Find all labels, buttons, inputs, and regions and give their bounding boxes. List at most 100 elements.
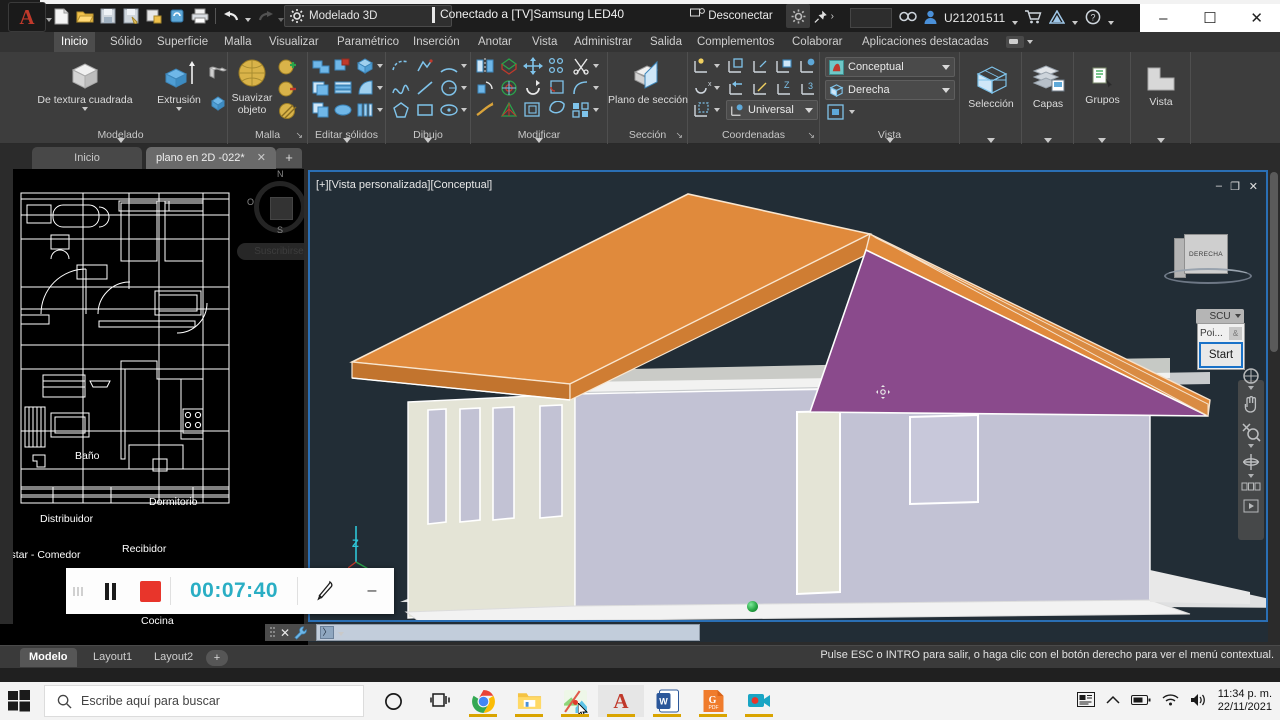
3d-array-icon[interactable] [547, 57, 567, 77]
fillet-edge-icon[interactable] [547, 79, 567, 99]
application-menu-button[interactable]: A [8, 2, 46, 32]
ucs-selector[interactable]: SCU [1196, 309, 1244, 324]
recorder-minimize-button[interactable]: – [350, 582, 394, 600]
maximize-button[interactable]: ☐ [1187, 4, 1234, 32]
3d-move-icon[interactable] [523, 57, 543, 77]
planar-surface-icon[interactable] [208, 64, 228, 84]
new-document-tab-button[interactable]: + [276, 148, 302, 168]
3d-scale-icon[interactable] [499, 79, 519, 99]
ucs-z-icon[interactable]: Z [774, 79, 794, 99]
zoom-extents-icon[interactable] [1241, 422, 1261, 442]
panel-dialog-launcher-icon[interactable]: ↘ [807, 130, 815, 141]
windows-start-icon[interactable] [8, 690, 30, 712]
print-icon[interactable] [190, 7, 209, 26]
button-de-textura-cuadrada[interactable]: De textura cuadrada [22, 60, 148, 111]
ribbon-tab-salida[interactable]: Salida [643, 32, 689, 52]
user-name[interactable]: U21201511 [944, 11, 1005, 25]
chevron-down-icon[interactable] [377, 108, 383, 112]
ribbon-tab-superficie[interactable]: Superficie [150, 32, 215, 52]
minimize-button[interactable]: – [1140, 4, 1187, 32]
recorder-draw-button[interactable] [298, 580, 350, 602]
showmotion-play-icon[interactable] [1241, 498, 1261, 518]
chevron-down-icon[interactable] [593, 108, 599, 112]
ucs-z-axis-vector-icon[interactable] [750, 79, 770, 99]
rotate-icon[interactable] [523, 79, 543, 99]
arc-icon[interactable] [439, 57, 459, 77]
close-icon[interactable]: ✕ [280, 626, 290, 640]
doc-tab-plano-en-2d[interactable]: plano en 2D -022* ✕ [146, 147, 276, 169]
taskbar-search-box[interactable]: Escribe aquí para buscar [44, 685, 364, 717]
chevron-down-icon[interactable] [377, 64, 383, 68]
chevron-down-icon[interactable] [593, 64, 599, 68]
chevron-down-icon[interactable] [176, 107, 182, 111]
3d-align-icon[interactable] [499, 57, 519, 77]
chevron-down-icon[interactable] [461, 86, 467, 90]
ribbon-tab-vista[interactable]: Vista [525, 32, 564, 52]
circle-icon[interactable] [439, 79, 459, 99]
viewport-maximize-button[interactable]: ❐ [1230, 180, 1240, 193]
layout-tab-modelo[interactable]: Modelo [20, 648, 77, 667]
ucs-face-icon[interactable] [774, 57, 794, 77]
user-avatar-icon[interactable] [924, 10, 937, 27]
orbit-icon[interactable] [1241, 452, 1261, 472]
ucs-3point-icon[interactable] [750, 57, 770, 77]
vertical-scrollbar[interactable] [1270, 172, 1278, 352]
command-input[interactable]: 〉_ [316, 624, 700, 651]
camtasia-recorder-icon[interactable] [736, 685, 782, 717]
ribbon-tab-parametrico[interactable]: Paramétrico [330, 32, 406, 52]
chevron-down-icon[interactable] [942, 87, 950, 93]
viewport-label[interactable]: [+][Vista personalizada][Conceptual] [316, 179, 492, 191]
subtract-icon[interactable] [333, 57, 353, 77]
chevron-down-icon[interactable] [377, 86, 383, 90]
chevron-down-icon[interactable] [714, 86, 720, 90]
add-layout-button[interactable]: + [206, 650, 228, 666]
ellipse-icon[interactable] [439, 101, 459, 121]
file-explorer-icon[interactable] [506, 685, 552, 717]
trim-icon[interactable] [571, 57, 591, 77]
panel-expand-icon[interactable] [986, 138, 995, 143]
close-button[interactable]: ✕ [1233, 4, 1280, 32]
visual-style-combo[interactable]: Conceptual [825, 57, 955, 77]
gpdf-icon[interactable]: G PDF [690, 685, 736, 717]
viewport-close-button[interactable]: ✕ [1249, 180, 1258, 193]
panel-expand-icon[interactable] [1098, 138, 1106, 143]
button-grupos[interactable]: Grupos [1074, 66, 1131, 106]
model-viewport[interactable]: [+][Vista personalizada][Conceptual] – ❐… [308, 170, 1268, 622]
spline-icon[interactable] [391, 79, 411, 99]
union-icon[interactable] [311, 57, 331, 77]
line-icon[interactable] [415, 79, 435, 99]
extract-edges-icon[interactable] [475, 101, 495, 121]
chevron-down-icon[interactable] [1248, 474, 1254, 478]
plot-icon[interactable] [144, 7, 163, 26]
panel-expand-icon[interactable] [116, 138, 125, 143]
slice-icon[interactable] [333, 79, 353, 99]
grip-point[interactable] [747, 601, 758, 612]
recorder-drag-handle[interactable] [66, 586, 90, 596]
coordinate-system-combo[interactable]: Universal [726, 100, 818, 120]
battery-icon[interactable] [1130, 694, 1151, 709]
refine-mesh-icon[interactable] [278, 57, 298, 77]
ribbon-tab-aplicaciones[interactable]: Aplicaciones destacadas [855, 32, 996, 52]
extrude-faces-icon[interactable] [311, 79, 331, 99]
chevron-down-icon[interactable] [805, 107, 813, 113]
ribbon-minimize-caret-icon[interactable] [1027, 40, 1033, 44]
offset-faces-icon[interactable] [333, 101, 353, 121]
chevron-down-icon[interactable] [714, 64, 720, 68]
floor-plan-pane[interactable]: Baño Dormitorio Distribuidor Recibidor -… [13, 169, 304, 624]
viewport-config-icon[interactable] [826, 103, 846, 123]
chevron-down-icon[interactable] [1248, 386, 1254, 390]
wifi-icon[interactable] [1162, 693, 1179, 709]
workspace-switcher[interactable]: Modelado 3D [284, 5, 452, 27]
new-icon[interactable] [52, 7, 71, 26]
button-capas[interactable]: Capas [1022, 64, 1074, 110]
panel-expand-icon[interactable] [424, 138, 432, 143]
copy-faces-icon[interactable] [311, 101, 331, 121]
rectangle-icon[interactable] [415, 101, 435, 121]
intersect-icon[interactable] [355, 57, 375, 77]
chevron-down-icon[interactable] [1235, 314, 1241, 318]
imprint-icon[interactable] [355, 101, 375, 121]
chevron-down-icon[interactable] [82, 107, 88, 111]
wrench-icon[interactable] [294, 626, 308, 640]
button-suavizar-objeto[interactable]: Suavizar objeto [228, 58, 276, 116]
task-view-icon[interactable] [418, 685, 464, 717]
